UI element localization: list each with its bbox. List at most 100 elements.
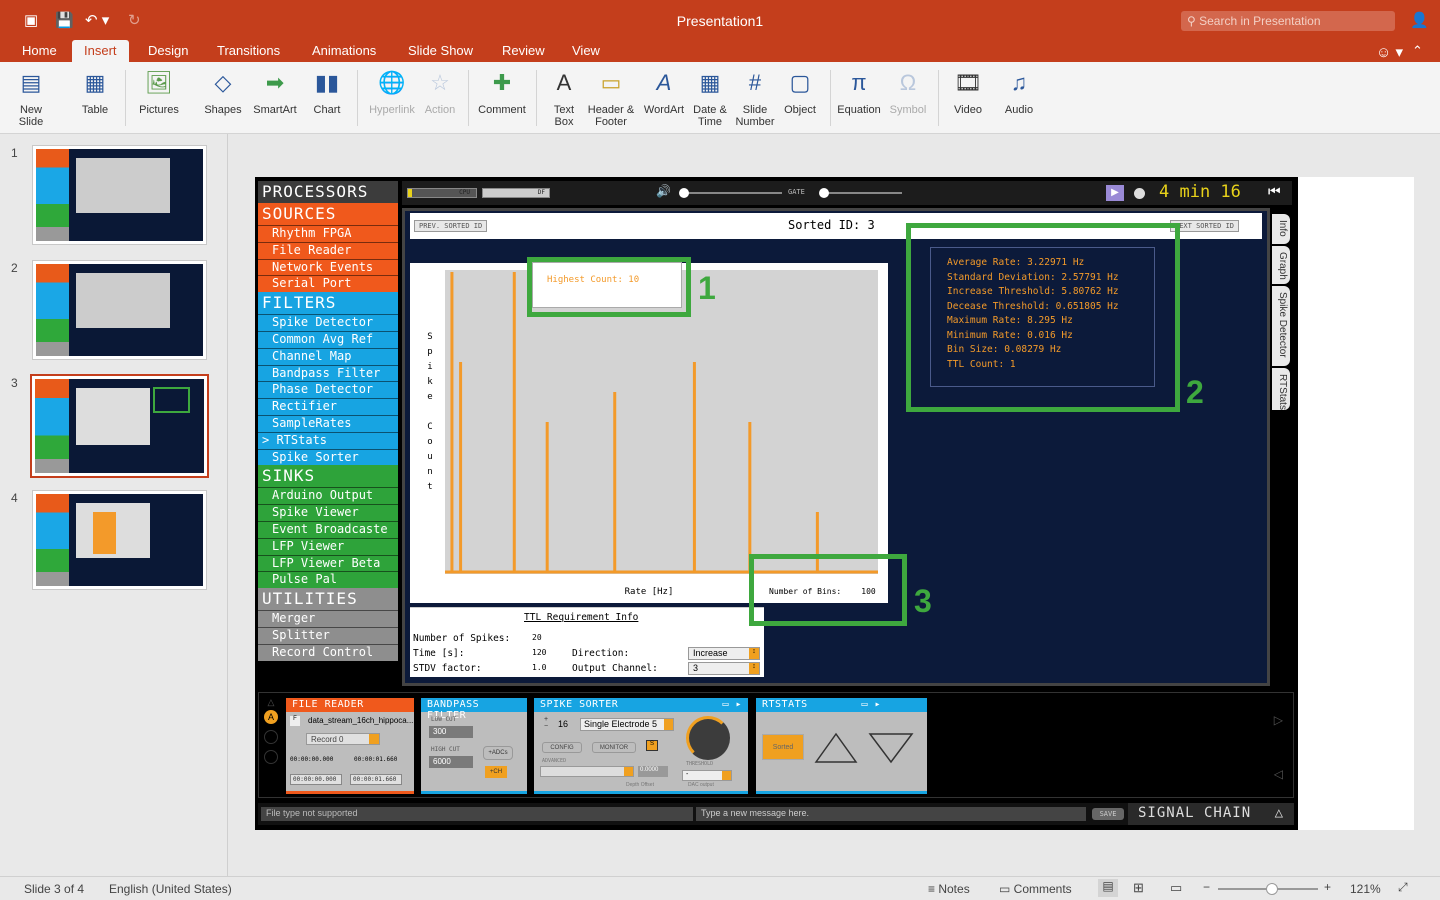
tab-graph[interactable]: Graph (1272, 246, 1290, 284)
comments-button[interactable]: ▭ Comments (999, 882, 1072, 896)
record-button[interactable] (1134, 188, 1145, 199)
tab-insert[interactable]: Insert (72, 40, 129, 62)
scroll-up-icon[interactable]: △ (263, 697, 279, 708)
object-button[interactable]: ▢ Object (770, 68, 830, 116)
file-name[interactable]: data_stream_16ch_hippoca... (308, 716, 413, 725)
utility-item[interactable]: Merger (258, 610, 398, 627)
low-cut-input[interactable]: 300 (429, 726, 473, 738)
share-icon[interactable]: 👤 (1410, 11, 1429, 29)
tab-view[interactable]: View (572, 43, 600, 58)
electrode-count[interactable]: 16 (558, 719, 568, 729)
filter-item[interactable]: SampleRates (258, 414, 398, 432)
slide-thumbnail-1[interactable] (32, 145, 207, 245)
audio-button[interactable]: ♫ Audio (989, 68, 1049, 116)
zoom-slider[interactable] (1218, 883, 1318, 895)
time-value[interactable]: 120 (532, 648, 546, 657)
add-ch-button[interactable]: +CH (485, 766, 507, 778)
slide-thumbnail-2[interactable] (32, 260, 207, 360)
sink-item[interactable]: Pulse Pal (258, 571, 398, 589)
tab-design[interactable]: Design (148, 43, 188, 58)
direction-select[interactable]: Increase ↕ (688, 647, 760, 660)
prev-sorted-id-button[interactable]: PREV. SORTED ID (414, 220, 488, 232)
advanced-select[interactable] (540, 766, 634, 777)
tab-animations[interactable]: Animations (312, 43, 376, 58)
config-button[interactable]: CONFIG (542, 742, 582, 753)
utility-item[interactable]: Splitter (258, 626, 398, 644)
rtstats-node[interactable]: RTSTATS ▭ ▸ Sorted (756, 698, 927, 794)
search-input[interactable]: ⚲ Search in Presentation (1181, 11, 1395, 31)
filter-item[interactable]: Spike Detector (258, 314, 398, 331)
slide-sorter-icon[interactable]: ⊞ (1133, 880, 1144, 896)
dac-output-select[interactable]: - (682, 770, 732, 781)
comment-button[interactable]: ✚ Comment (472, 68, 532, 116)
new-slide-button[interactable]: ▤ New Slide (1, 68, 61, 128)
s-button[interactable]: S (646, 740, 658, 751)
chain-slot[interactable] (264, 750, 278, 764)
table-button[interactable]: ▦ Table (65, 68, 125, 116)
notes-button[interactable]: ≡ Notes (928, 882, 970, 896)
save-message-button[interactable]: SAVE (1092, 808, 1124, 820)
chart-button[interactable]: ▮▮ Chart (297, 68, 357, 116)
clock-mode-icon[interactable]: ⏮ (1268, 183, 1281, 200)
smiley-icon[interactable]: ☺ ▾ (1376, 43, 1403, 61)
stdv-value[interactable]: 1.0 (532, 663, 546, 672)
sink-item[interactable]: Arduino Output (258, 487, 398, 505)
normal-view-icon[interactable]: ▤ (1098, 879, 1118, 897)
source-item[interactable]: Network Events (258, 258, 398, 276)
zoom-in-icon[interactable]: + (1324, 880, 1331, 894)
monitor-button[interactable]: MONITOR (592, 742, 636, 753)
threshold-knob[interactable] (686, 716, 730, 760)
slide-thumbnail-3[interactable] (30, 374, 209, 478)
file-icon[interactable]: F (290, 716, 300, 726)
smartart-button[interactable]: ➡ SmartArt (245, 68, 305, 116)
triangle-down-icon[interactable] (868, 733, 914, 764)
tab-info[interactable]: Info (1272, 214, 1290, 244)
tab-review[interactable]: Review (502, 43, 545, 58)
sinks-header[interactable]: SINKS (258, 465, 398, 488)
chain-slot[interactable] (264, 730, 278, 744)
language-indicator[interactable]: English (United States) (109, 882, 232, 896)
collapse-icon[interactable]: ▭ ▸ (722, 699, 742, 710)
filter-item[interactable]: Bandpass Filter (258, 364, 398, 382)
volume-icon[interactable]: 🔊 (656, 184, 671, 198)
sink-item[interactable]: Event Broadcaste (258, 520, 398, 538)
pictures-button[interactable]: 🖼 Pictures (129, 68, 189, 116)
triangle-up-icon[interactable] (814, 732, 858, 763)
filter-item[interactable]: Common Avg Ref (258, 330, 398, 348)
tab-spike-detector[interactable]: Spike Detector (1272, 286, 1290, 366)
output-channel-select[interactable]: 3 ↕ (688, 662, 760, 675)
add-adcs-button[interactable]: +ADCs (483, 746, 513, 760)
slide-thumbnail-4[interactable] (32, 490, 207, 590)
end-time-input[interactable]: 00:00:01.660 (350, 774, 402, 785)
filter-item[interactable]: Rectifier (258, 398, 398, 415)
record-select[interactable]: Record 0 (306, 733, 380, 745)
sources-header[interactable]: SOURCES (258, 203, 398, 225)
filters-header[interactable]: FILTERS (258, 292, 398, 315)
high-cut-input[interactable]: 6000 (429, 756, 473, 768)
electrode-select[interactable]: Single Electrode 5 (580, 718, 674, 731)
message-input[interactable]: Type a new message here. (696, 807, 1086, 821)
filter-item[interactable]: Phase Detector (258, 381, 398, 399)
tab-rtstats[interactable]: RTStats (1272, 368, 1290, 410)
collapse-ribbon-icon[interactable]: ⌃ (1412, 43, 1423, 59)
gate-slider[interactable] (819, 188, 902, 198)
volume-slider[interactable] (679, 188, 782, 198)
depth-offset-input[interactable]: 0.0000 (638, 766, 668, 777)
header-footer-button[interactable]: ▭ Header & Footer (581, 68, 641, 128)
collapse-icon[interactable]: ▭ ▸ (861, 699, 881, 710)
sink-item[interactable]: LFP Viewer Beta (258, 554, 398, 572)
next-sorted-id-button[interactable]: NEXT SORTED ID (1170, 220, 1240, 232)
zoom-out-icon[interactable]: − (1203, 880, 1210, 894)
source-item[interactable]: File Reader (258, 241, 398, 259)
bandpass-filter-node[interactable]: BANDPASS FILTER LOW CUT 300 HIGH CUT 600… (421, 698, 527, 794)
start-time-input[interactable]: 00:00:00.000 (290, 774, 342, 785)
sink-item[interactable]: LFP Viewer (258, 537, 398, 555)
action-button[interactable]: ☆ Action (410, 68, 470, 116)
scroll-left-icon[interactable]: ◁ (1274, 767, 1283, 781)
utility-item[interactable]: Record Control (258, 643, 398, 661)
sorted-button[interactable]: Sorted (762, 734, 804, 760)
chain-a-button[interactable]: A (264, 710, 278, 724)
tab-transitions[interactable]: Transitions (217, 43, 280, 58)
filter-item[interactable]: Spike Sorter (258, 448, 398, 466)
reading-view-icon[interactable]: ▭ (1170, 880, 1182, 896)
